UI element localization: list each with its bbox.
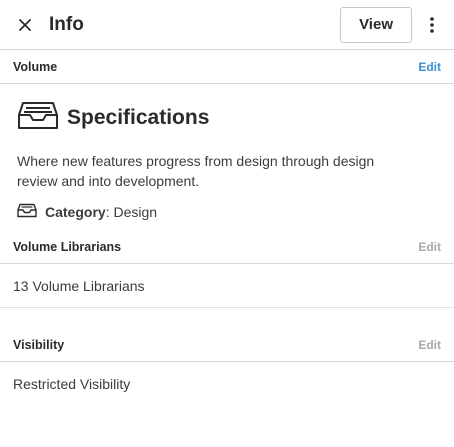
category-value: Design (113, 204, 158, 220)
volume-description: Where new features progress from design … (17, 153, 375, 189)
inbox-tray-icon (17, 101, 59, 136)
visibility-edit-link[interactable]: Edit (418, 338, 441, 352)
librarians-edit-link[interactable]: Edit (418, 240, 441, 254)
volume-section-label: Volume (13, 59, 58, 74)
visibility-value: Restricted Visibility (13, 376, 131, 392)
close-icon[interactable] (14, 14, 36, 36)
more-vertical-icon[interactable] (422, 7, 442, 43)
volume-title-row: Specifications (17, 84, 437, 140)
panel-title: Info (49, 13, 84, 35)
category-separator: : (105, 204, 110, 220)
librarians-section-header: Volume Librarians Edit (0, 230, 454, 264)
view-button[interactable]: View (340, 6, 412, 43)
librarians-value: 13 Volume Librarians (0, 264, 454, 308)
volume-section-header: Volume Edit (0, 50, 454, 84)
volume-details: Specifications Where new features progre… (0, 84, 454, 230)
category-key: Category (45, 204, 106, 220)
info-panel: Info View Volume Edit Specifications Whe… (0, 0, 454, 447)
volume-edit-link[interactable]: Edit (418, 60, 441, 74)
visibility-section-label: Visibility (13, 337, 65, 352)
category-row: Category: Design (17, 203, 437, 221)
volume-title: Specifications (67, 106, 210, 129)
panel-header: Info View (0, 0, 454, 50)
category-tray-icon (17, 203, 37, 221)
visibility-section-header: Visibility Edit (0, 328, 454, 362)
librarians-section-label: Volume Librarians (13, 239, 122, 254)
